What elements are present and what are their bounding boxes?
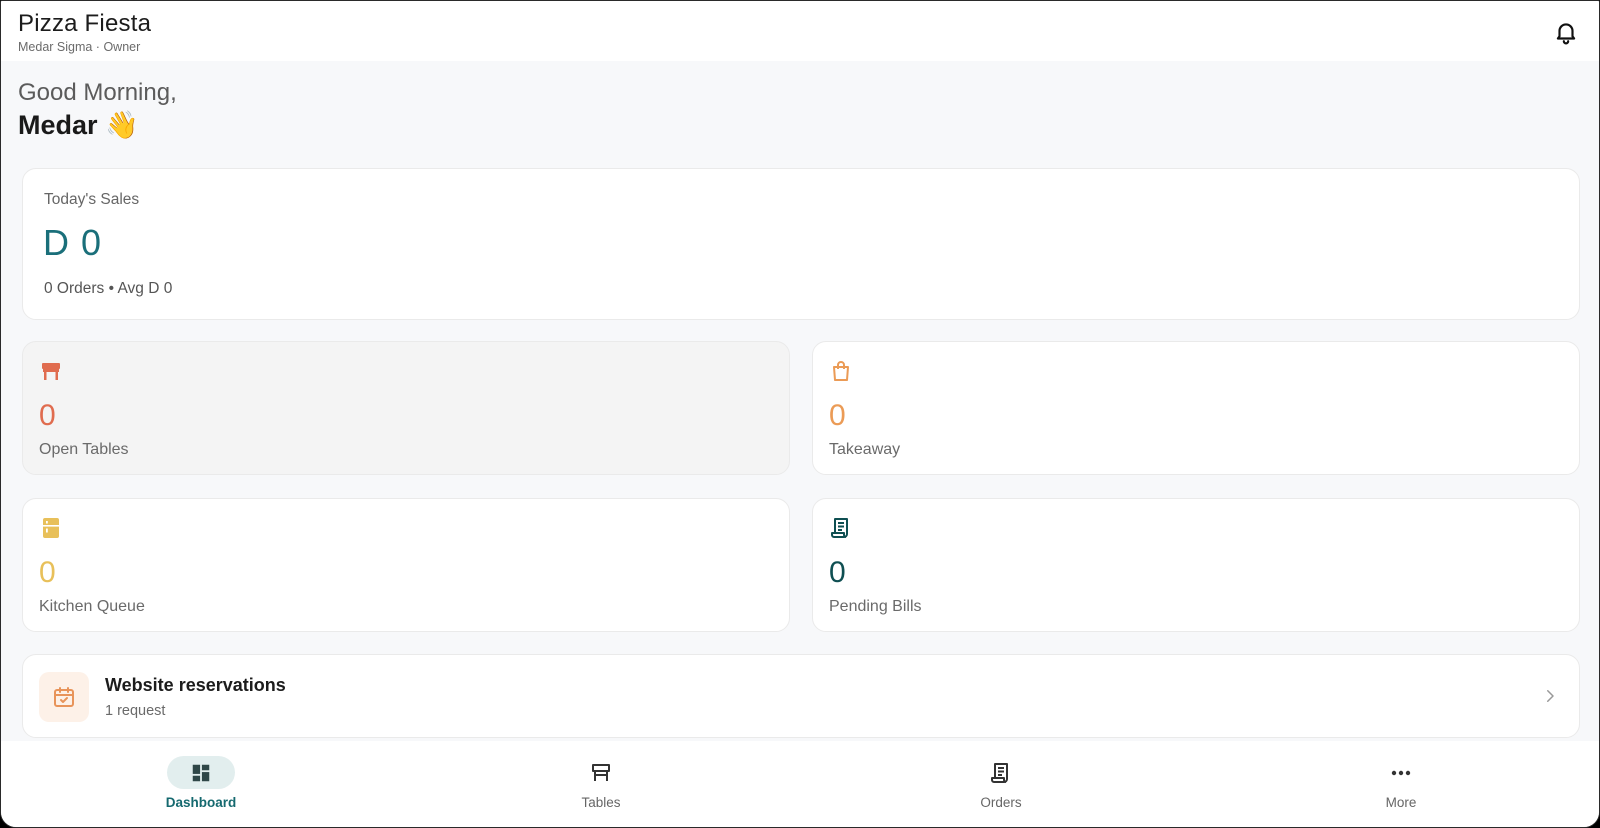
kitchen-queue-card[interactable]: 0 Kitchen Queue (22, 498, 790, 632)
table-icon (592, 763, 610, 781)
pending-bills-card[interactable]: 0 Pending Bills (812, 498, 1580, 632)
dashboard-icon (192, 764, 210, 781)
user-role: Medar Sigma · Owner (18, 40, 141, 54)
app-window: Pizza Fiesta Medar Sigma · Owner Good Mo… (0, 0, 1600, 828)
sales-value: D 0 (43, 222, 103, 263)
chevron-right-icon (1547, 690, 1554, 702)
table-icon (42, 363, 60, 380)
reservations-title: Website reservations (105, 675, 286, 695)
nav-orders[interactable]: Orders (801, 741, 1201, 827)
shopping-bag-icon (833, 361, 849, 381)
greeting-line: Good Morning, (18, 79, 177, 106)
todays-sales-card: Today's Sales D 0 0 Orders • Avg D 0 (22, 168, 1580, 320)
more-dots-icon (1391, 770, 1411, 775)
receipt-icon (991, 762, 1008, 783)
takeaway-card[interactable]: 0 Takeaway (812, 341, 1580, 475)
website-reservations-row[interactable]: Website reservations 1 request (22, 654, 1580, 738)
nav-dashboard-label: Dashboard (165, 795, 237, 810)
kitchen-queue-value: 0 (39, 556, 56, 589)
takeaway-label: Takeaway (829, 441, 901, 458)
greeting-name: Medar 👋 (18, 109, 139, 141)
nav-dashboard[interactable]: Dashboard (1, 741, 401, 827)
pending-bills-label: Pending Bills (829, 598, 922, 615)
pending-bills-value: 0 (829, 556, 846, 589)
sales-label: Today's Sales (44, 191, 140, 208)
top-bar: Pizza Fiesta Medar Sigma · Owner (1, 1, 1599, 61)
bell-icon[interactable] (1553, 19, 1579, 45)
sales-meta: 0 Orders • Avg D 0 (44, 280, 173, 297)
wave-emoji: 👋 (105, 110, 139, 140)
receipt-icon (831, 518, 848, 538)
calendar-check-icon (54, 687, 74, 707)
nav-tables-label: Tables (581, 795, 621, 810)
takeaway-value: 0 (829, 399, 846, 432)
nav-tables[interactable]: Tables (401, 741, 801, 827)
user-first-name: Medar (18, 110, 98, 140)
reservations-count: 1 request (105, 703, 166, 719)
bottom-navigation: Dashboard Tables Orders More (1, 741, 1599, 827)
nav-pill (567, 756, 635, 789)
open-tables-value: 0 (39, 399, 56, 432)
restaurant-name: Pizza Fiesta (18, 10, 152, 37)
kitchen-queue-label: Kitchen Queue (39, 598, 145, 615)
nav-more[interactable]: More (1201, 741, 1599, 827)
open-tables-card[interactable]: 0 Open Tables (22, 341, 790, 475)
open-tables-label: Open Tables (39, 441, 129, 458)
nav-pill (1367, 756, 1435, 789)
reservations-icon-tile (39, 672, 89, 722)
nav-more-label: More (1385, 795, 1417, 810)
kitchen-icon (43, 518, 59, 538)
nav-orders-label: Orders (980, 795, 1022, 810)
nav-pill (967, 756, 1035, 789)
nav-active-pill (167, 756, 235, 789)
